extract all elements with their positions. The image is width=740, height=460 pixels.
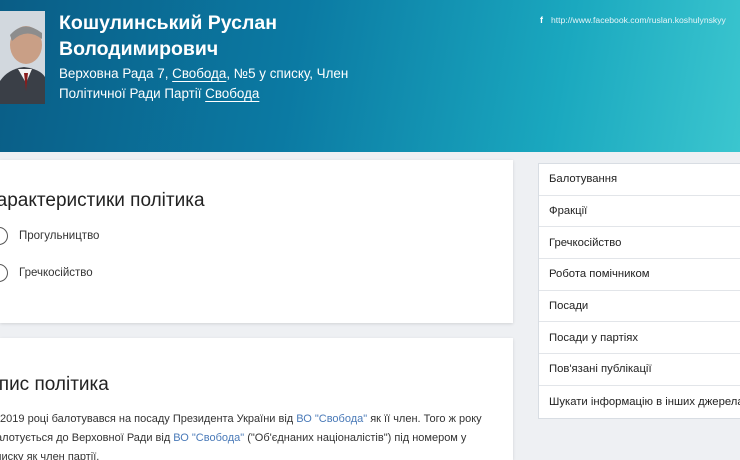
sidebar-item-related-publications[interactable]: Пов'язані публікації [539,354,740,386]
avatar [0,11,45,104]
profile-header: Кошулинський Руслан Володимирович Верхов… [0,0,740,152]
trait-circle-icon [0,264,8,282]
trait-circle-icon [0,227,8,245]
trait-label: Прогульництво [19,230,100,242]
trait-label: Гречкосійство [19,267,93,279]
facebook-url[interactable]: http://www.facebook.com/ruslan.koshulyns… [551,15,726,25]
sidebar-item-buckwheat[interactable]: Гречкосійство [539,227,740,260]
trait-item[interactable]: Прогульництво [0,227,99,245]
party-link[interactable]: Свобода [172,66,226,81]
politician-name: Кошулинський Руслан Володимирович [59,12,278,60]
description-card: Опис політика У 2019 році балотувався на… [0,338,513,460]
facebook-icon: f [540,15,543,25]
sidebar-item-assistant-work[interactable]: Робота помічником [539,259,740,291]
position-text: Верховна Рада 7, [59,66,173,81]
sidebar-item-party-positions[interactable]: Посади у партіях [539,322,740,355]
sidebar-item-positions[interactable]: Посади [539,291,740,323]
description-text-part: У 2019 році балотувався на посаду Презид… [0,413,297,425]
party-link-svoboda-2[interactable]: ВО "Свобода" [173,432,244,444]
sidebar-nav: Балотування Фракції Гречкосійство Робота… [538,163,740,419]
sidebar-item-factions[interactable]: Фракції [539,196,740,228]
sidebar-item-search-other-sources[interactable]: Шукати інформацію в інших джерелах [539,386,740,418]
characteristics-title: Характеристики політика [0,190,205,211]
description-title: Опис політика [0,374,109,395]
party-link-2[interactable]: Свобода [205,86,259,101]
politician-position: Верховна Рада 7, Свобода, №5 у списку, Ч… [59,64,389,104]
sidebar-item-elections[interactable]: Балотування [539,164,740,196]
characteristics-card: Характеристики політика Прогульництво Гр… [0,160,513,323]
party-link-svoboda[interactable]: ВО "Свобода" [296,413,367,425]
description-text: У 2019 році балотувався на посаду Презид… [0,410,490,460]
trait-item[interactable]: Гречкосійство [0,264,93,282]
facebook-link[interactable]: f http://www.facebook.com/ruslan.koshuly… [540,15,726,25]
